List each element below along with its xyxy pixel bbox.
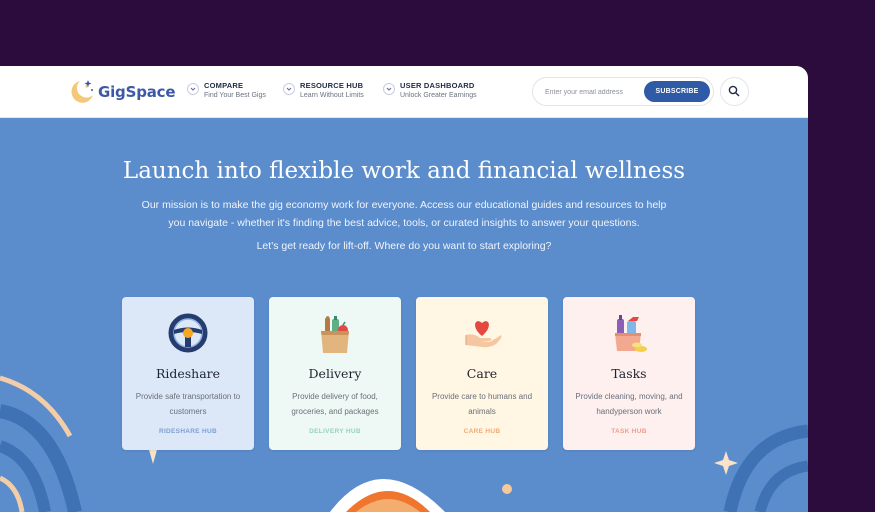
chevron-down-icon (187, 83, 199, 95)
heart-hand-icon (465, 321, 502, 348)
card-tasks[interactable]: Tasks Provide cleaning, moving, and hand… (563, 297, 695, 450)
nav-title: RESOURCE HUB (300, 81, 364, 90)
moon-logo-icon (71, 80, 93, 103)
nav-subtitle: Learn Without Limits (300, 92, 364, 99)
logo[interactable]: GigSpace (67, 78, 176, 106)
nav-title: USER DASHBOARD (400, 81, 475, 90)
search-button[interactable] (720, 77, 749, 106)
subscribe-button[interactable]: SUBSCRIBE (644, 81, 710, 102)
card-description: Provide safe transportation to customers (135, 392, 241, 416)
grocery-bag-icon (321, 316, 349, 353)
card-description: Provide cleaning, moving, and handyperso… (575, 392, 683, 416)
rideshare-hub-link[interactable]: RIDESHARE HUB (122, 428, 254, 435)
nav-user-dashboard[interactable]: USER DASHBOARD Unlock Greater Earnings (383, 81, 477, 102)
steering-wheel-icon (168, 313, 208, 353)
hero-prompt: Let's get ready for lift-off. Where do y… (256, 240, 552, 252)
subscribe-form: SUBSCRIBE (532, 77, 714, 106)
card-delivery[interactable]: Delivery Provide delivery of food, groce… (269, 297, 401, 450)
card-title: Tasks (611, 366, 647, 381)
care-hub-link[interactable]: CARE HUB (416, 428, 548, 435)
hero-title: Launch into flexible work and financial … (122, 158, 686, 184)
card-care[interactable]: Care Provide care to humans and animals … (416, 297, 548, 450)
brand-name: GigSpace (98, 83, 176, 101)
task-hub-link[interactable]: TASK HUB (563, 428, 695, 435)
top-nav-bar: GigSpace COMPARE Find Your Best Gigs RES… (0, 66, 808, 118)
card-description: Provide delivery of food, groceries, and… (291, 392, 379, 416)
nav-title: COMPARE (204, 81, 244, 90)
card-title: Rideshare (155, 366, 221, 381)
nav-subtitle: Find Your Best Gigs (204, 92, 266, 99)
delivery-hub-link[interactable]: DELIVERY HUB (269, 428, 401, 435)
card-title: Care (466, 366, 498, 381)
chevron-down-icon (283, 83, 295, 95)
cleaning-supplies-icon (615, 315, 647, 352)
nav-resource-hub[interactable]: RESOURCE HUB Learn Without Limits (283, 81, 364, 102)
search-icon (728, 85, 740, 97)
card-rideshare[interactable]: Rideshare Provide safe transportation to… (122, 297, 254, 450)
card-description: Provide care to humans and animals (431, 392, 533, 416)
chevron-down-icon (383, 83, 395, 95)
hero-description: Our mission is to make the gig economy w… (141, 199, 667, 229)
email-input[interactable] (543, 83, 647, 101)
card-title: Delivery (308, 366, 362, 381)
browser-window: GigSpace COMPARE Find Your Best Gigs RES… (0, 66, 808, 512)
nav-compare[interactable]: COMPARE Find Your Best Gigs (187, 81, 266, 102)
nav-subtitle: Unlock Greater Earnings (400, 92, 477, 99)
